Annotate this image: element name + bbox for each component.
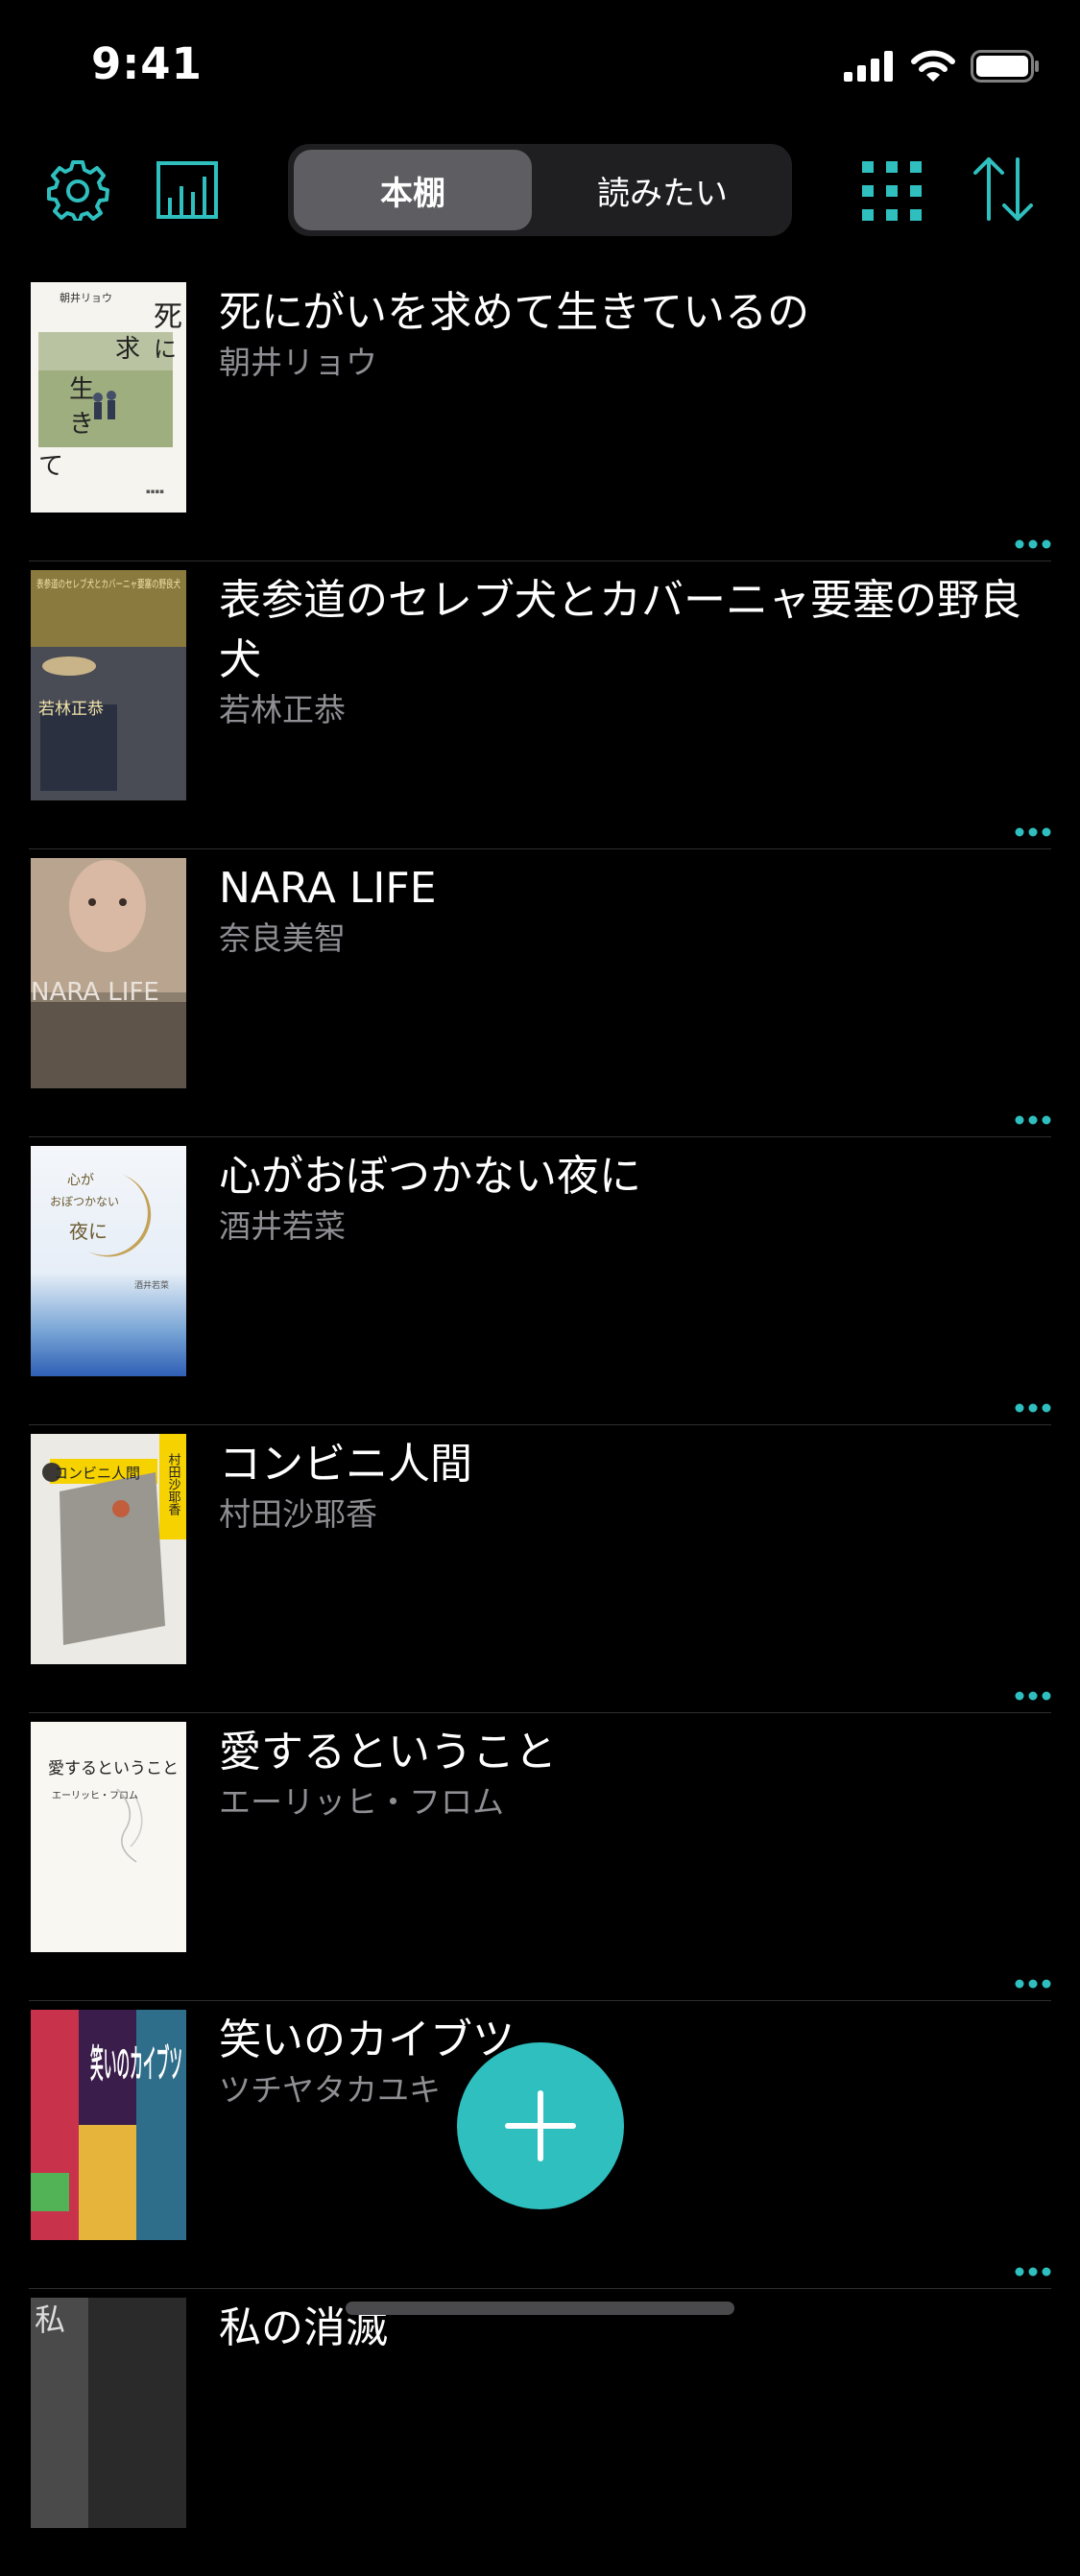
svg-text:朝井リョウ: 朝井リョウ [60, 291, 112, 304]
svg-text:求: 求 [115, 335, 140, 364]
svg-text:村田沙耶香: 村田沙耶香 [166, 1453, 181, 1516]
book-title: 心がおぼつかない夜に [219, 1152, 641, 1201]
book-author: エーリッヒ・フロム [219, 1783, 504, 1821]
svg-text:き: き [69, 410, 94, 439]
book-title: NARA LIFE [219, 864, 437, 913]
gear-icon [47, 160, 109, 223]
svg-text:笑いのカイブツ: 笑いのカイブツ [90, 2042, 182, 2087]
book-author: ツチヤタカユキ [219, 2071, 441, 2109]
svg-text:愛するということ: 愛するということ [48, 1759, 179, 1778]
book-cover[interactable]: 朝井リョウ 死 に 求 生 き て ▪▪▪▪ [31, 282, 186, 513]
battery-icon [971, 50, 1039, 83]
stats-button[interactable] [156, 161, 218, 223]
book-title: コンビニ人間 [219, 1440, 472, 1489]
svg-text:心が: 心が [67, 1173, 94, 1188]
svg-text:おぼつかない: おぼつかない [50, 1195, 119, 1208]
plus-icon [505, 2090, 576, 2161]
settings-button[interactable] [46, 157, 109, 225]
svg-text:に: に [154, 336, 177, 363]
book-row[interactable]: 表参道のセレブ犬とカバーニャ要塞の野良犬 若林正恭 表参道のセレブ犬とカバーニャ… [29, 561, 1051, 849]
svg-text:▪▪▪▪: ▪▪▪▪ [146, 488, 164, 495]
svg-text:私: 私 [35, 2302, 65, 2338]
tab-bookshelf[interactable]: 本棚 [294, 150, 532, 230]
book-list: 朝井リョウ 死 に 求 生 き て ▪▪▪▪ 死にがいを求めて生きているの 朝井… [0, 274, 1080, 2576]
status-bar: 9:41 [0, 0, 1080, 134]
book-cover[interactable]: 笑いのカイブツ [31, 2010, 186, 2240]
svg-text:生: 生 [69, 375, 94, 404]
book-author: 朝井リョウ [219, 344, 377, 381]
book-row[interactable]: 朝井リョウ 死 に 求 生 き て ▪▪▪▪ 死にがいを求めて生きているの 朝井… [29, 274, 1051, 561]
more-options-icon[interactable] [1015, 827, 1051, 837]
book-author: 村田沙耶香 [219, 1495, 377, 1533]
more-options-icon[interactable] [1015, 1403, 1051, 1413]
book-cover[interactable]: 私 [31, 2298, 186, 2528]
more-options-icon[interactable] [1015, 2267, 1051, 2277]
book-cover[interactable]: 愛するということ エーリッヒ・フロム [31, 1722, 186, 1952]
more-options-icon[interactable] [1015, 1115, 1051, 1125]
svg-text:死: 死 [154, 300, 182, 334]
book-cover[interactable]: 表参道のセレブ犬とカバーニャ要塞の野良犬 若林正恭 [31, 570, 186, 800]
grid-view-button[interactable] [862, 161, 922, 225]
svg-text:NARA LIFE: NARA LIFE [31, 978, 159, 1007]
shelf-segmented-control: 本棚 読みたい [288, 144, 792, 236]
book-title: 表参道のセレブ犬とカバーニャ要塞の野良犬 [219, 576, 1021, 684]
svg-text:コンビニ人間: コンビニ人間 [54, 1465, 140, 1482]
book-cover[interactable]: コンビニ人間 村田沙耶香 [31, 1434, 186, 1664]
book-title: 笑いのカイブツ [219, 2015, 515, 2064]
svg-text:若林正恭: 若林正恭 [38, 700, 104, 719]
book-cover[interactable]: NARA LIFE [31, 858, 186, 1088]
home-indicator[interactable] [346, 2302, 734, 2315]
sort-button[interactable] [972, 155, 1035, 227]
more-options-icon[interactable] [1015, 1979, 1051, 1989]
status-icons [844, 50, 1040, 83]
book-row[interactable]: コンビニ人間 村田沙耶香 コンビニ人間 村田沙耶香 [29, 1425, 1051, 1713]
svg-text:夜に: 夜に [69, 1220, 108, 1243]
book-author: 酒井若菜 [219, 1207, 346, 1245]
more-options-icon[interactable] [1015, 1691, 1051, 1701]
book-row[interactable]: NARA LIFE NARA LIFE 奈良美智 [29, 849, 1051, 1137]
more-options-icon[interactable] [1015, 539, 1051, 549]
book-title: 死にがいを求めて生きているの [219, 288, 810, 337]
book-author: 奈良美智 [219, 919, 346, 957]
bar-chart-icon [156, 161, 218, 219]
wifi-icon [911, 50, 955, 82]
status-time: 9:41 [91, 38, 203, 89]
book-row[interactable]: 私 私の消滅 [29, 2289, 1051, 2576]
book-row[interactable]: 愛するということ エーリッヒ・フロム 愛するということ エーリッヒ・フロム [29, 1713, 1051, 2001]
toolbar: 本棚 読みたい [0, 144, 1080, 240]
book-title: 愛するということ [219, 1728, 557, 1777]
grid-icon [862, 161, 922, 221]
cellular-signal-icon [844, 51, 893, 82]
sort-arrows-icon [973, 157, 1033, 221]
book-row[interactable]: 心が おぼつかない 夜に 酒井若菜 心がおぼつかない夜に 酒井若菜 [29, 1137, 1051, 1425]
svg-text:酒井若菜: 酒井若菜 [134, 1279, 169, 1291]
book-author: 若林正恭 [219, 691, 346, 728]
book-cover[interactable]: 心が おぼつかない 夜に 酒井若菜 [31, 1146, 186, 1376]
svg-text:て: て [38, 452, 63, 481]
add-book-button[interactable] [457, 2042, 624, 2209]
tab-want-to-read[interactable]: 読みたい [540, 150, 785, 230]
svg-text:表参道のセレブ犬とカバーニャ要塞の野良犬: 表参道のセレブ犬とカバーニャ要塞の野良犬 [36, 577, 180, 590]
